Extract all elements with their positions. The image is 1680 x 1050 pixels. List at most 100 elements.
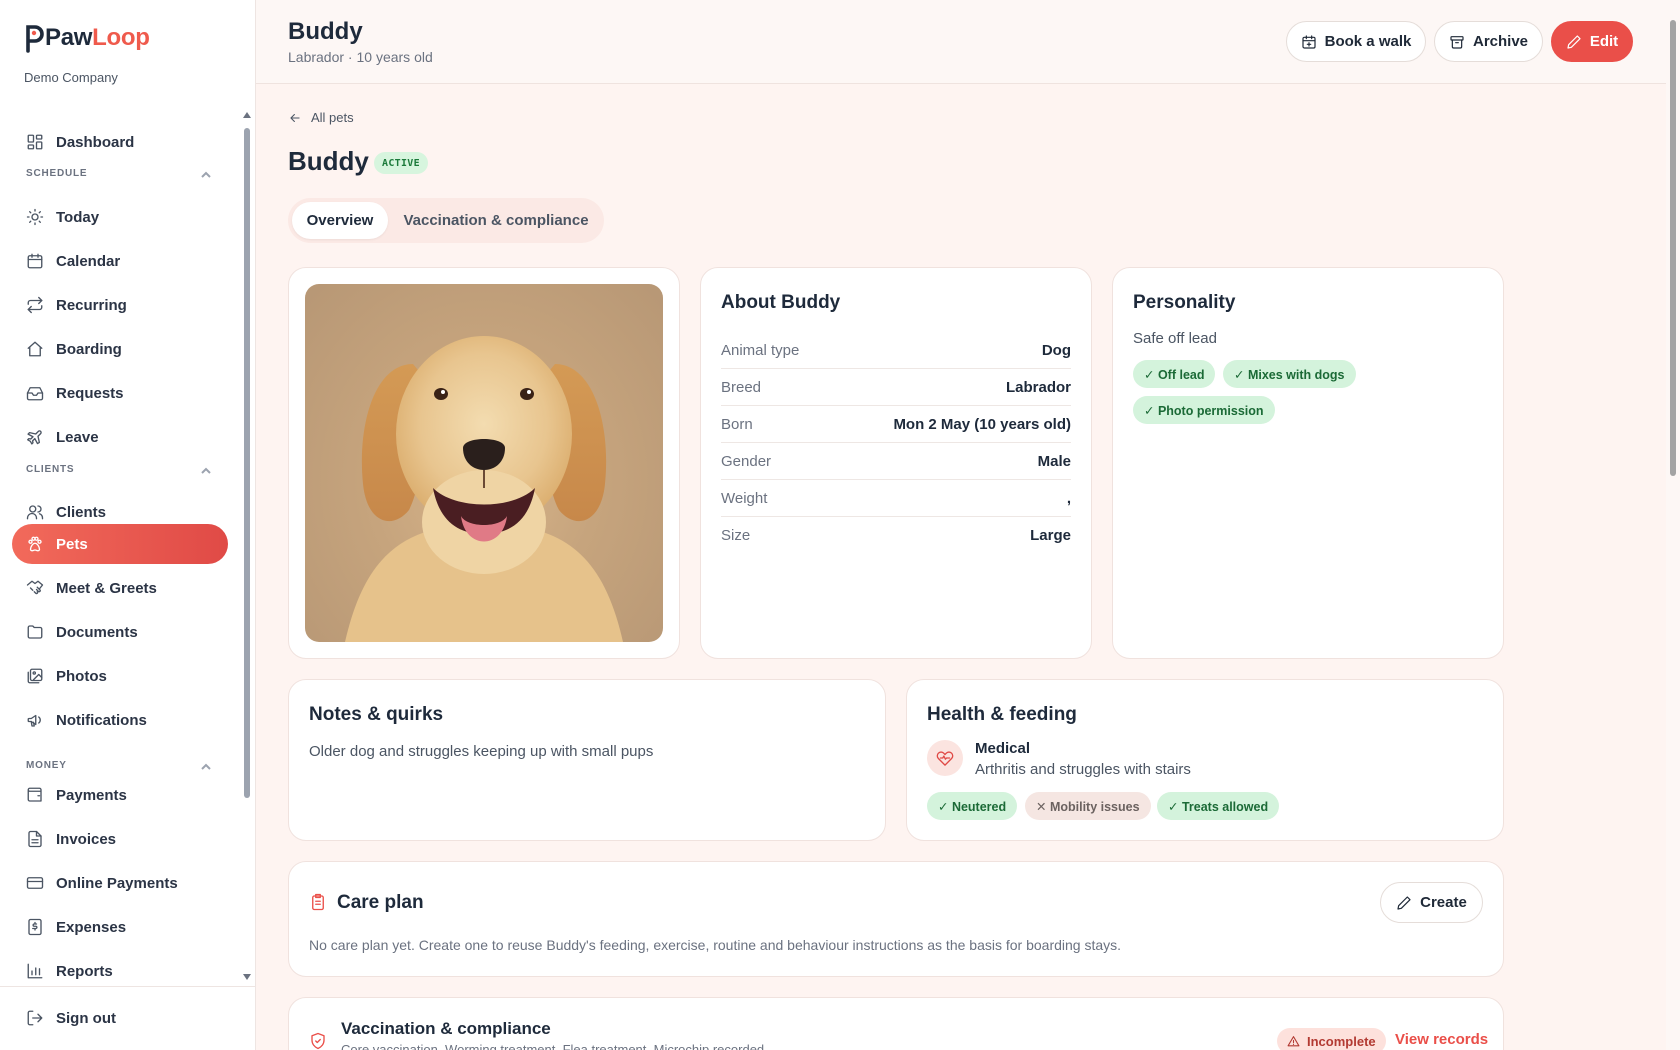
tab-vaccination-compliance[interactable]: Vaccination & compliance (392, 202, 600, 239)
page-scrollbar[interactable] (1666, 0, 1680, 1050)
sidebar-item-reports[interactable]: Reports (12, 951, 228, 980)
page-scroll-thumb[interactable] (1670, 20, 1676, 476)
health-chip-treats: ✓ Treats allowed (1157, 792, 1280, 820)
chevron-up-icon[interactable] (200, 464, 212, 476)
pet-name-heading: Buddy (288, 146, 369, 176)
sidebar-item-label: Documents (56, 623, 138, 641)
shield-check-icon (309, 1032, 327, 1050)
view-records-link[interactable]: View records (1395, 1031, 1488, 1048)
care-plan-title: Care plan (337, 892, 424, 913)
health-chip-neutered: ✓ Neutered (927, 792, 1018, 820)
sidebar-item-label: Online Payments (56, 874, 178, 892)
info-row-animal-type: Animal type Dog (721, 332, 1071, 369)
section-label-clients: CLIENTS (26, 464, 75, 475)
archive-button[interactable]: Archive (1434, 21, 1543, 62)
sidebar-item-expenses[interactable]: Expenses (12, 907, 228, 947)
section-label-schedule: SCHEDULE (26, 168, 88, 179)
tab-bar: Overview Vaccination & compliance (288, 198, 604, 243)
paw-logo-icon (26, 25, 44, 53)
about-title: About Buddy (721, 292, 841, 313)
sidebar-item-label: Dashboard (56, 133, 135, 151)
pencil-icon (1567, 34, 1581, 49)
inbox-icon (26, 387, 44, 401)
medical-label: Medical (975, 740, 1031, 757)
sidebar-item-label: Leave (56, 428, 99, 446)
receipt-icon (28, 918, 42, 936)
sidebar-item-recurring[interactable]: Recurring (12, 285, 228, 325)
sidebar-item-payments[interactable]: Payments (12, 775, 228, 815)
sidebar-item-label: Notifications (56, 711, 147, 729)
sidebar-item-label: Calendar (56, 252, 121, 270)
info-value: Mon 2 May (10 years old) (893, 415, 1071, 433)
scroll-down-arrow[interactable] (243, 974, 251, 980)
sidebar-item-label: Pets (56, 535, 88, 553)
info-value: Dog (1041, 341, 1071, 359)
personality-chip: ✓ Photo permission (1133, 396, 1275, 424)
create-care-plan-button[interactable]: Create (1380, 882, 1483, 923)
clipboard-icon (309, 893, 327, 916)
notes-card: Notes & quirks Older dog and struggles k… (288, 679, 886, 841)
archive-icon (1450, 35, 1464, 49)
care-plan-text: No care plan yet. Create one to reuse Bu… (309, 937, 1122, 953)
sidebar-item-notifications[interactable]: Notifications (12, 700, 228, 740)
about-card: About Buddy Animal type Dog Breed Labrad… (700, 267, 1092, 659)
log-out-icon (27, 1010, 43, 1026)
wallet-icon (27, 787, 42, 802)
divider (0, 986, 256, 987)
sidebar-item-leave[interactable]: Leave (12, 417, 228, 457)
sidebar-item-online-payments[interactable]: Online Payments (12, 863, 228, 903)
sidebar-item-label: Reports (56, 962, 113, 980)
megaphone-icon (27, 714, 41, 727)
sidebar-item-photos[interactable]: Photos (12, 656, 228, 696)
sidebar-item-requests[interactable]: Requests (12, 373, 228, 413)
sidebar-item-label: Requests (56, 384, 124, 402)
sidebar-scroll-thumb[interactable] (244, 128, 250, 798)
personality-summary: Safe off lead (1133, 330, 1217, 347)
edit-button[interactable]: Edit (1551, 21, 1633, 62)
sidebar-item-invoices[interactable]: Invoices (12, 819, 228, 859)
vaccination-subtitle: Core vaccination, Worming treatment, Fle… (341, 1042, 765, 1050)
sidebar-item-pets[interactable]: Pets (12, 524, 228, 564)
sidebar-item-dashboard[interactable]: Dashboard (12, 122, 228, 162)
sidebar-item-today[interactable]: Today (12, 197, 228, 237)
book-walk-button[interactable]: Book a walk (1286, 21, 1426, 62)
back-to-all-pets-link[interactable]: All pets (288, 110, 354, 125)
info-key: Weight (721, 489, 768, 507)
scroll-up-arrow[interactable] (243, 112, 251, 118)
info-value: Labrador (1005, 378, 1071, 396)
pet-photo-card (288, 267, 680, 659)
sidebar-item-meet-greets[interactable]: Meet & Greets (12, 568, 228, 608)
warning-icon (1287, 1035, 1300, 1046)
sidebar-item-label: Payments (56, 786, 127, 804)
chevron-up-icon[interactable] (200, 168, 212, 180)
handshake-icon (26, 580, 44, 595)
info-key: Gender (721, 452, 772, 470)
chevron-up-icon[interactable] (200, 760, 212, 772)
pet-photo[interactable] (305, 284, 663, 642)
sidebar: PawLoop Demo Company Dashboard SCHEDULE … (0, 0, 256, 1050)
sidebar-item-label: Boarding (56, 340, 122, 358)
sidebar-item-boarding[interactable]: Boarding (12, 329, 228, 369)
medical-text: Arthritis and struggles with stairs (975, 761, 1191, 778)
sidebar-item-label: Clients (56, 503, 107, 521)
create-label: Create (1420, 894, 1467, 911)
sign-out-label: Sign out (56, 1009, 116, 1027)
repeat-icon (27, 296, 43, 314)
logo[interactable]: PawLoop (24, 22, 150, 54)
incomplete-badge: Incomplete (1277, 1028, 1386, 1050)
dashboard-icon (27, 134, 43, 150)
info-row-size: Size Large (721, 517, 1071, 554)
credit-card-icon (26, 877, 44, 889)
back-link-label: All pets (311, 110, 354, 125)
company-name: Demo Company (24, 70, 118, 85)
sidebar-item-documents[interactable]: Documents (12, 612, 228, 652)
arrow-left-icon (290, 113, 300, 122)
page-title: Buddy (288, 18, 363, 45)
sidebar-item-label: Expenses (56, 918, 127, 936)
sidebar-scrollbar[interactable] (242, 112, 252, 980)
sign-out-button[interactable]: Sign out (12, 998, 228, 1038)
tab-overview[interactable]: Overview (292, 202, 388, 239)
logo-text-second: Loop (92, 24, 150, 51)
sidebar-item-calendar[interactable]: Calendar (12, 241, 228, 281)
personality-card: Personality Safe off lead ✓ Off lead ✓ M… (1112, 267, 1504, 659)
